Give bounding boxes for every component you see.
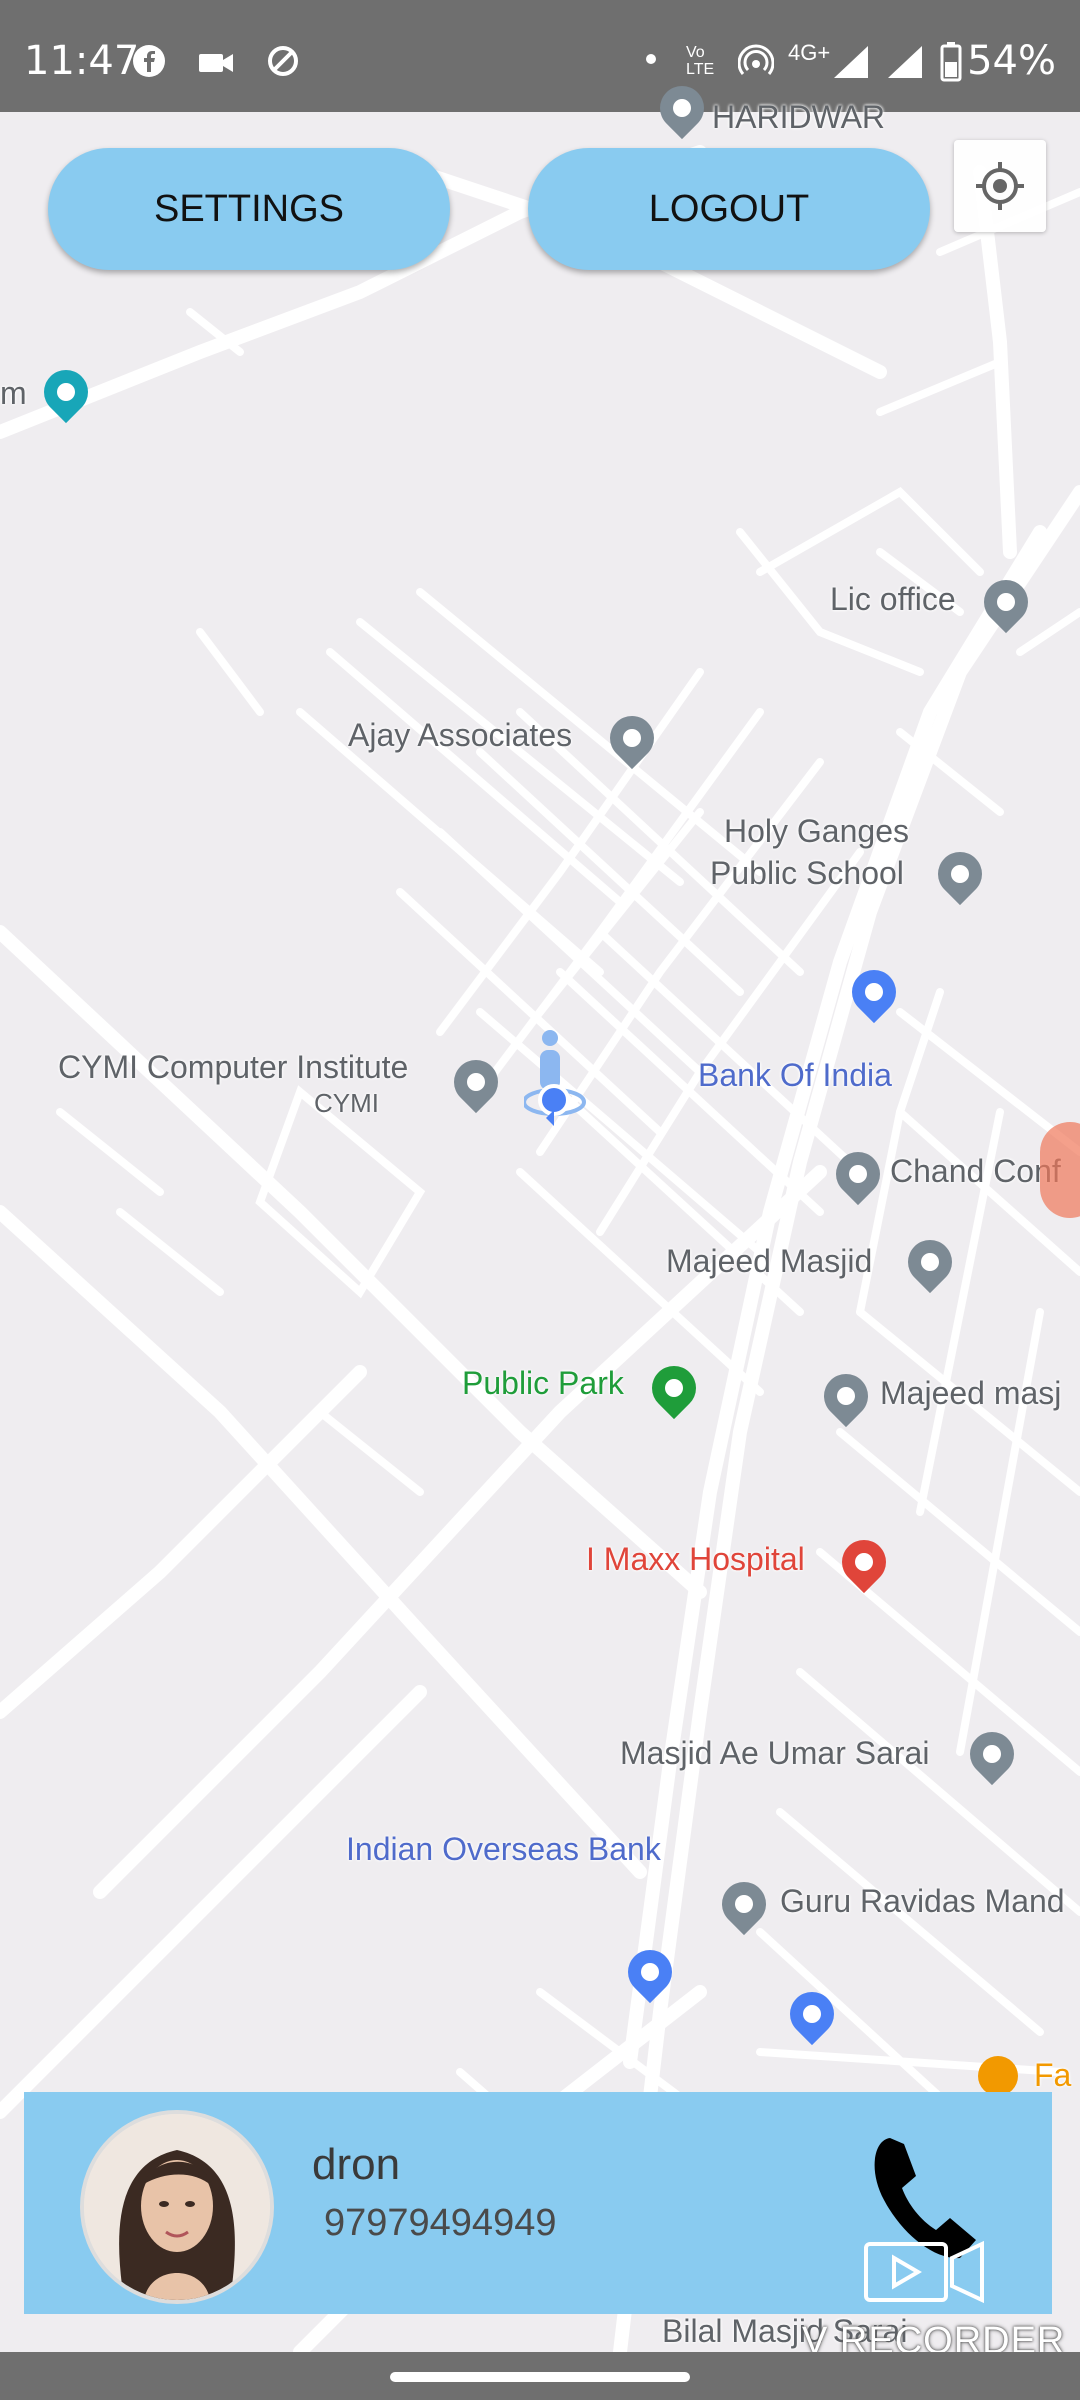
partial-label-m: m	[0, 375, 27, 411]
cymi-institute-label[interactable]: CYMI Computer Institute	[58, 1048, 408, 1086]
signal-icon-2	[884, 44, 924, 85]
battery-percent: 54%	[967, 38, 1056, 84]
imaxx-hospital-label[interactable]: I Maxx Hospital	[586, 1540, 805, 1578]
road-network	[0, 145, 1080, 2352]
fa-label[interactable]: Fa	[1034, 2056, 1071, 2094]
ajay-associates-label[interactable]: Ajay Associates	[348, 716, 572, 754]
current-location-marker	[522, 1028, 596, 1128]
location-off-icon	[266, 46, 300, 85]
orange-marker	[1040, 1122, 1080, 1218]
hotspot-icon	[737, 44, 775, 83]
contact-name: dron	[312, 2140, 401, 2189]
volte-label: Vo LTE	[686, 44, 715, 78]
guru-ravidas-label[interactable]: Guru Ravidas Mand	[780, 1882, 1065, 1920]
chand-conf-label[interactable]: Chand Conf	[890, 1152, 1061, 1190]
signal-icon	[830, 44, 870, 85]
navigation-bar	[0, 2352, 1080, 2400]
my-location-button[interactable]	[954, 140, 1046, 232]
status-time: 11:47	[24, 38, 140, 84]
majeed-masjid-label[interactable]: Majeed Masjid	[666, 1242, 872, 1280]
status-bar: 11:47 Vo LTE 4G+ 54%	[0, 0, 1080, 112]
holy-ganges-label-1[interactable]: Holy Ganges	[724, 812, 909, 850]
public-park-label[interactable]: Public Park	[462, 1364, 624, 1402]
indian-overseas-label[interactable]: Indian Overseas Bank	[346, 1830, 661, 1868]
masjid-ae-umar-label[interactable]: Masjid Ae Umar Sarai	[620, 1734, 929, 1772]
recorder-logo	[862, 2236, 992, 2306]
battery-icon	[940, 42, 962, 87]
haridwar-label[interactable]: HARIDWAR	[712, 98, 885, 136]
bank-of-india-label[interactable]: Bank Of India	[698, 1056, 892, 1094]
facebook-icon	[132, 45, 175, 85]
contact-phone: 97979494949	[324, 2202, 557, 2244]
dot-icon	[646, 54, 656, 64]
settings-button[interactable]: SETTINGS	[48, 148, 450, 270]
crosshair-icon	[976, 162, 1024, 210]
holy-ganges-label-2[interactable]: Public School	[710, 854, 904, 892]
cymi-label: CYMI	[314, 1088, 379, 1118]
video-camera-icon	[197, 49, 244, 85]
map-view[interactable]: HARIDWAR m Lic office Ajay Associates Ho…	[0, 76, 1080, 2352]
food-pin[interactable]	[978, 2056, 1018, 2096]
logout-button[interactable]: LOGOUT	[528, 148, 930, 270]
majeed-masj-label[interactable]: Majeed masj	[880, 1374, 1061, 1412]
network-type-label: 4G+	[788, 40, 831, 65]
lic-office-label[interactable]: Lic office	[830, 580, 956, 618]
app-screen: 11:47 Vo LTE 4G+ 54% HARIDWAR m Lic offi…	[0, 0, 1080, 2400]
home-indicator[interactable]	[390, 2372, 690, 2382]
avatar	[80, 2110, 274, 2304]
notification-icons	[132, 44, 322, 86]
